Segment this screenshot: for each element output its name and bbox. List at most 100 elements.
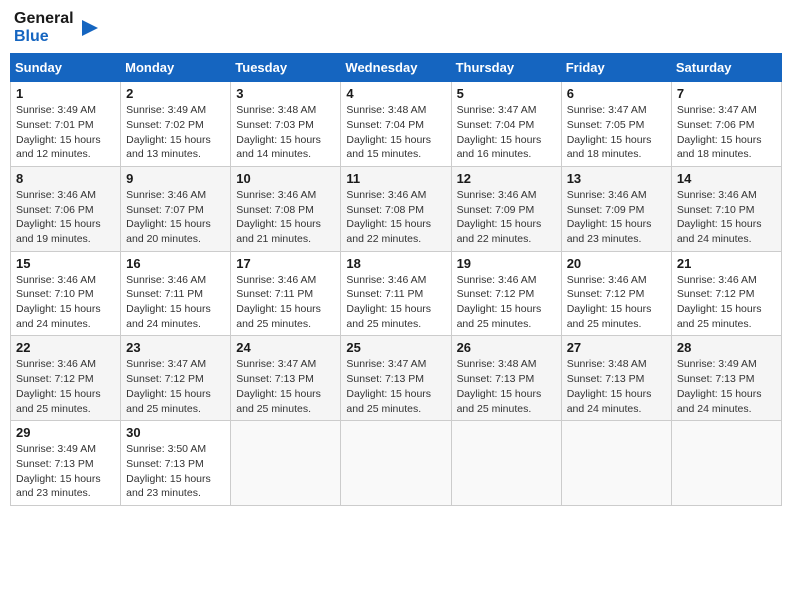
day-info: Sunrise: 3:47 AM Sunset: 7:06 PM Dayligh… [677, 103, 776, 162]
calendar-cell: 18 Sunrise: 3:46 AM Sunset: 7:11 PM Dayl… [341, 251, 451, 336]
calendar-cell: 22 Sunrise: 3:46 AM Sunset: 7:12 PM Dayl… [11, 336, 121, 421]
day-number: 4 [346, 86, 445, 101]
day-info: Sunrise: 3:48 AM Sunset: 7:03 PM Dayligh… [236, 103, 335, 162]
day-number: 25 [346, 340, 445, 355]
calendar-cell [451, 421, 561, 506]
day-number: 2 [126, 86, 225, 101]
calendar-cell [561, 421, 671, 506]
calendar-cell: 27 Sunrise: 3:48 AM Sunset: 7:13 PM Dayl… [561, 336, 671, 421]
day-info: Sunrise: 3:46 AM Sunset: 7:12 PM Dayligh… [16, 357, 115, 416]
calendar-row: 1 Sunrise: 3:49 AM Sunset: 7:01 PM Dayli… [11, 82, 782, 167]
day-number: 29 [16, 425, 115, 440]
day-info: Sunrise: 3:46 AM Sunset: 7:08 PM Dayligh… [236, 188, 335, 247]
calendar-cell: 25 Sunrise: 3:47 AM Sunset: 7:13 PM Dayl… [341, 336, 451, 421]
day-number: 12 [457, 171, 556, 186]
calendar-cell [231, 421, 341, 506]
calendar-cell: 23 Sunrise: 3:47 AM Sunset: 7:12 PM Dayl… [121, 336, 231, 421]
day-number: 27 [567, 340, 666, 355]
calendar-cell: 11 Sunrise: 3:46 AM Sunset: 7:08 PM Dayl… [341, 166, 451, 251]
day-info: Sunrise: 3:46 AM Sunset: 7:06 PM Dayligh… [16, 188, 115, 247]
day-number: 30 [126, 425, 225, 440]
day-number: 15 [16, 256, 115, 271]
day-info: Sunrise: 3:46 AM Sunset: 7:09 PM Dayligh… [457, 188, 556, 247]
logo-arrow-icon [78, 16, 102, 40]
calendar-row: 29 Sunrise: 3:49 AM Sunset: 7:13 PM Dayl… [11, 421, 782, 506]
calendar-cell [671, 421, 781, 506]
header-row: Sunday Monday Tuesday Wednesday Thursday… [11, 54, 782, 82]
logo-line2: Blue [14, 28, 74, 46]
calendar-cell: 6 Sunrise: 3:47 AM Sunset: 7:05 PM Dayli… [561, 82, 671, 167]
day-info: Sunrise: 3:47 AM Sunset: 7:04 PM Dayligh… [457, 103, 556, 162]
day-number: 9 [126, 171, 225, 186]
day-number: 20 [567, 256, 666, 271]
day-info: Sunrise: 3:46 AM Sunset: 7:11 PM Dayligh… [236, 273, 335, 332]
day-info: Sunrise: 3:46 AM Sunset: 7:07 PM Dayligh… [126, 188, 225, 247]
calendar-cell: 16 Sunrise: 3:46 AM Sunset: 7:11 PM Dayl… [121, 251, 231, 336]
day-number: 22 [16, 340, 115, 355]
day-info: Sunrise: 3:46 AM Sunset: 7:08 PM Dayligh… [346, 188, 445, 247]
day-number: 14 [677, 171, 776, 186]
day-number: 3 [236, 86, 335, 101]
day-info: Sunrise: 3:46 AM Sunset: 7:10 PM Dayligh… [16, 273, 115, 332]
calendar-cell: 28 Sunrise: 3:49 AM Sunset: 7:13 PM Dayl… [671, 336, 781, 421]
col-saturday: Saturday [671, 54, 781, 82]
day-info: Sunrise: 3:46 AM Sunset: 7:11 PM Dayligh… [346, 273, 445, 332]
day-info: Sunrise: 3:46 AM Sunset: 7:12 PM Dayligh… [457, 273, 556, 332]
calendar-cell: 19 Sunrise: 3:46 AM Sunset: 7:12 PM Dayl… [451, 251, 561, 336]
col-monday: Monday [121, 54, 231, 82]
col-sunday: Sunday [11, 54, 121, 82]
day-info: Sunrise: 3:48 AM Sunset: 7:04 PM Dayligh… [346, 103, 445, 162]
day-number: 19 [457, 256, 556, 271]
day-info: Sunrise: 3:46 AM Sunset: 7:11 PM Dayligh… [126, 273, 225, 332]
calendar-cell: 14 Sunrise: 3:46 AM Sunset: 7:10 PM Dayl… [671, 166, 781, 251]
day-info: Sunrise: 3:47 AM Sunset: 7:05 PM Dayligh… [567, 103, 666, 162]
calendar-body: 1 Sunrise: 3:49 AM Sunset: 7:01 PM Dayli… [11, 82, 782, 506]
day-info: Sunrise: 3:49 AM Sunset: 7:13 PM Dayligh… [677, 357, 776, 416]
day-number: 13 [567, 171, 666, 186]
day-number: 11 [346, 171, 445, 186]
day-number: 21 [677, 256, 776, 271]
day-number: 5 [457, 86, 556, 101]
calendar-cell: 21 Sunrise: 3:46 AM Sunset: 7:12 PM Dayl… [671, 251, 781, 336]
calendar-cell: 7 Sunrise: 3:47 AM Sunset: 7:06 PM Dayli… [671, 82, 781, 167]
day-info: Sunrise: 3:47 AM Sunset: 7:12 PM Dayligh… [126, 357, 225, 416]
day-info: Sunrise: 3:47 AM Sunset: 7:13 PM Dayligh… [236, 357, 335, 416]
day-info: Sunrise: 3:49 AM Sunset: 7:02 PM Dayligh… [126, 103, 225, 162]
day-number: 17 [236, 256, 335, 271]
calendar-row: 8 Sunrise: 3:46 AM Sunset: 7:06 PM Dayli… [11, 166, 782, 251]
day-info: Sunrise: 3:46 AM Sunset: 7:12 PM Dayligh… [567, 273, 666, 332]
calendar-cell: 24 Sunrise: 3:47 AM Sunset: 7:13 PM Dayl… [231, 336, 341, 421]
calendar-cell: 20 Sunrise: 3:46 AM Sunset: 7:12 PM Dayl… [561, 251, 671, 336]
col-tuesday: Tuesday [231, 54, 341, 82]
day-info: Sunrise: 3:47 AM Sunset: 7:13 PM Dayligh… [346, 357, 445, 416]
col-friday: Friday [561, 54, 671, 82]
day-number: 8 [16, 171, 115, 186]
calendar-cell: 12 Sunrise: 3:46 AM Sunset: 7:09 PM Dayl… [451, 166, 561, 251]
day-number: 1 [16, 86, 115, 101]
day-number: 16 [126, 256, 225, 271]
day-number: 18 [346, 256, 445, 271]
calendar-cell: 15 Sunrise: 3:46 AM Sunset: 7:10 PM Dayl… [11, 251, 121, 336]
calendar-cell: 2 Sunrise: 3:49 AM Sunset: 7:02 PM Dayli… [121, 82, 231, 167]
calendar-cell: 1 Sunrise: 3:49 AM Sunset: 7:01 PM Dayli… [11, 82, 121, 167]
calendar-cell: 3 Sunrise: 3:48 AM Sunset: 7:03 PM Dayli… [231, 82, 341, 167]
logo-graphic: General Blue [14, 10, 74, 45]
header: General Blue [10, 10, 782, 45]
calendar-cell: 10 Sunrise: 3:46 AM Sunset: 7:08 PM Dayl… [231, 166, 341, 251]
calendar-cell: 26 Sunrise: 3:48 AM Sunset: 7:13 PM Dayl… [451, 336, 561, 421]
day-info: Sunrise: 3:50 AM Sunset: 7:13 PM Dayligh… [126, 442, 225, 501]
day-number: 24 [236, 340, 335, 355]
day-number: 26 [457, 340, 556, 355]
day-number: 6 [567, 86, 666, 101]
calendar-table: Sunday Monday Tuesday Wednesday Thursday… [10, 53, 782, 506]
day-info: Sunrise: 3:49 AM Sunset: 7:13 PM Dayligh… [16, 442, 115, 501]
logo-line1: General [14, 10, 74, 28]
col-wednesday: Wednesday [341, 54, 451, 82]
calendar-cell: 5 Sunrise: 3:47 AM Sunset: 7:04 PM Dayli… [451, 82, 561, 167]
calendar-cell [341, 421, 451, 506]
day-info: Sunrise: 3:49 AM Sunset: 7:01 PM Dayligh… [16, 103, 115, 162]
day-number: 28 [677, 340, 776, 355]
col-thursday: Thursday [451, 54, 561, 82]
calendar-cell: 4 Sunrise: 3:48 AM Sunset: 7:04 PM Dayli… [341, 82, 451, 167]
day-number: 23 [126, 340, 225, 355]
